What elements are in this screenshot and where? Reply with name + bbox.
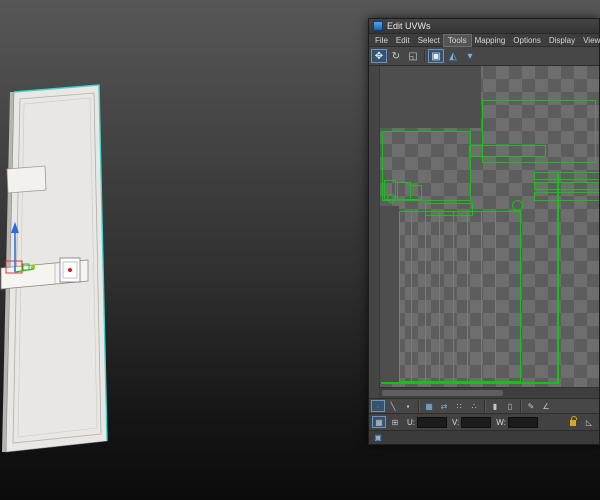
uv-top-toolbar: ✥ ↻ ◱ ▣ ◭ ▾ — [369, 47, 599, 66]
uv-statusbar: ▣ — [369, 430, 599, 444]
move-tool-icon[interactable]: ✥ — [371, 49, 387, 63]
mirror-flyout-arrow-icon[interactable]: ▾ — [462, 49, 478, 63]
uv-island[interactable] — [439, 211, 440, 382]
uv-island[interactable] — [387, 194, 396, 203]
uv-island[interactable] — [469, 145, 546, 157]
snap-angle-icon[interactable]: ◺ — [582, 416, 596, 428]
uv-selection-toolbar: ∙ ╲ ▪ ▦ ⇄ ∷ ∴ ▮ ▯ ✎ ∠ — [369, 398, 599, 413]
uv-island[interactable] — [495, 211, 496, 382]
horizontal-scrollbar[interactable] — [379, 387, 599, 398]
uv-vertex-mode-icon[interactable]: ∙ — [371, 400, 385, 412]
yellow-vertex-marker — [31, 265, 35, 269]
perspective-viewport[interactable] — [0, 0, 368, 500]
scale-tool-icon[interactable]: ◱ — [405, 49, 421, 63]
menu-file[interactable]: File — [371, 35, 392, 46]
toolbar-separator — [424, 50, 425, 62]
rotate-tool-icon[interactable]: ↻ — [388, 49, 404, 63]
mirror-tool-icon[interactable]: ◭ — [445, 49, 461, 63]
u-input[interactable] — [417, 416, 447, 428]
menu-select[interactable]: Select — [414, 35, 444, 46]
absolute-mode-toggle-icon[interactable]: ▦ — [372, 416, 386, 428]
uv-island[interactable] — [453, 211, 454, 382]
select-ring-icon[interactable]: ▯ — [503, 400, 517, 412]
menu-options[interactable]: Options — [509, 35, 545, 46]
v-input[interactable] — [461, 416, 492, 428]
relative-mode-toggle-icon[interactable]: ⊞ — [388, 416, 402, 428]
select-loop-icon[interactable]: ▮ — [488, 400, 502, 412]
w-input[interactable] — [507, 416, 538, 428]
uv-edge-mode-icon[interactable]: ╲ — [386, 400, 400, 412]
uv-editor-canvas[interactable] — [369, 66, 599, 398]
window-title: Edit UVWs — [387, 21, 431, 31]
uv-island[interactable] — [534, 192, 599, 201]
uv-island[interactable] — [481, 211, 482, 382]
uv-island[interactable] — [467, 211, 468, 382]
menu-bar: File Edit Select Tools Mapping Options Display… — [369, 33, 600, 47]
shrink-selection-icon[interactable]: ∴ — [467, 400, 481, 412]
sync-selection-icon[interactable]: ⇄ — [437, 400, 451, 412]
v-label: V: — [452, 417, 460, 427]
lock-selected-icon[interactable] — [566, 416, 580, 428]
menu-edit[interactable]: Edit — [392, 35, 414, 46]
uv-island[interactable] — [381, 382, 557, 384]
freeform-gizmo-icon[interactable]: ▣ — [428, 49, 444, 63]
desktop: { "viewport": { "model": "door-panel-mod… — [0, 0, 600, 500]
uv-island[interactable] — [512, 200, 523, 211]
menu-display[interactable]: Display — [545, 35, 579, 46]
uv-island[interactable] — [411, 211, 412, 382]
u-label: U: — [407, 417, 415, 427]
uv-island[interactable] — [557, 174, 559, 384]
uv-face-mode-icon[interactable]: ▪ — [401, 400, 415, 412]
w-label: W: — [496, 417, 506, 427]
toolbar-separator — [418, 400, 419, 412]
door-upper-panel — [6, 165, 47, 194]
uv-island[interactable] — [397, 182, 411, 200]
uv-island[interactable] — [425, 211, 426, 382]
window-titlebar[interactable]: Edit UVWs — [369, 19, 599, 34]
edit-uvws-window: Edit UVWs File Edit Select Tools Mapping Opti… — [368, 18, 600, 445]
lock-glyph — [570, 416, 577, 426]
select-element-icon[interactable]: ▦ — [422, 400, 436, 412]
pixel-snap-icon[interactable]: ▣ — [371, 432, 385, 444]
horizontal-scrollbar-handle[interactable] — [382, 390, 503, 396]
uv-island[interactable] — [534, 182, 599, 190]
uv-island[interactable] — [534, 172, 599, 180]
uv-transform-toolbar: ▦ ⊞ U: V: W: ◺ — [369, 413, 599, 430]
toolbar-separator — [520, 400, 521, 412]
menu-mapping[interactable]: Mapping — [471, 35, 510, 46]
uv-island[interactable] — [410, 185, 422, 200]
grow-selection-icon[interactable]: ∷ — [452, 400, 466, 412]
handle-red-dot — [68, 268, 72, 272]
uv-islands-layer — [379, 66, 599, 388]
menu-tools[interactable]: Tools — [442, 33, 472, 47]
uvw-app-icon — [373, 21, 383, 31]
menu-view[interactable]: View — [579, 35, 600, 46]
paint-select-icon[interactable]: ✎ — [524, 400, 538, 412]
uv-island[interactable] — [399, 211, 521, 382]
toolbar-separator — [484, 400, 485, 412]
paint-falloff-icon[interactable]: ∠ — [539, 400, 553, 412]
